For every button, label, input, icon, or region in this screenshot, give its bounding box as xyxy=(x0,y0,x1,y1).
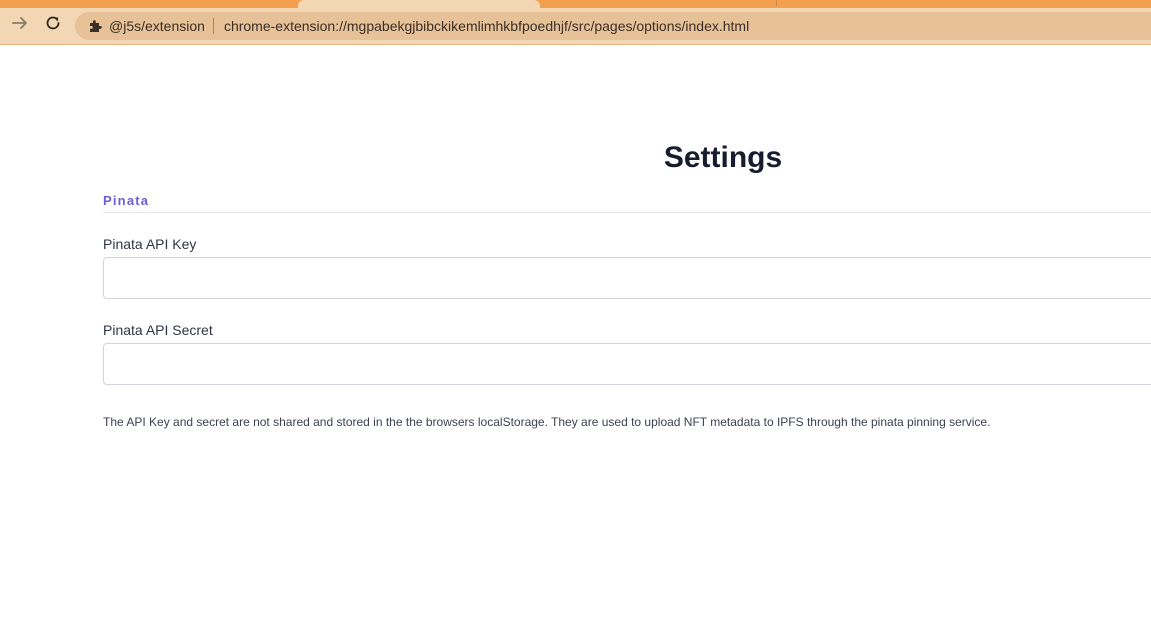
url-text[interactable]: chrome-extension://mgpabekgjbibckikemlim… xyxy=(224,18,749,34)
arrow-right-icon xyxy=(11,14,29,37)
tab-strip xyxy=(0,0,1151,8)
browser-toolbar: @j5s/extension chrome-extension://mgpabe… xyxy=(0,0,1151,45)
page-title: Settings xyxy=(663,141,783,174)
reload-button[interactable] xyxy=(42,14,64,36)
extension-source-label: @j5s/extension xyxy=(109,18,205,34)
active-tab[interactable] xyxy=(298,0,540,8)
reload-icon xyxy=(44,14,62,37)
address-bar[interactable]: @j5s/extension chrome-extension://mgpabe… xyxy=(75,12,1151,40)
tab-separator xyxy=(776,0,777,6)
options-page: Settings Pinata Pinata API Key Pinata AP… xyxy=(0,45,1151,625)
omnibox-divider xyxy=(212,18,214,34)
storage-help-text: The API Key and secret are not shared an… xyxy=(103,415,991,429)
puzzle-piece-icon xyxy=(87,18,103,34)
section-heading-pinata: Pinata xyxy=(103,193,150,208)
api-secret-input[interactable] xyxy=(103,343,1151,385)
forward-button[interactable] xyxy=(9,14,31,36)
api-secret-label: Pinata API Secret xyxy=(103,322,213,338)
section-divider xyxy=(103,212,1151,213)
api-key-input[interactable] xyxy=(103,257,1151,299)
api-key-label: Pinata API Key xyxy=(103,236,197,252)
